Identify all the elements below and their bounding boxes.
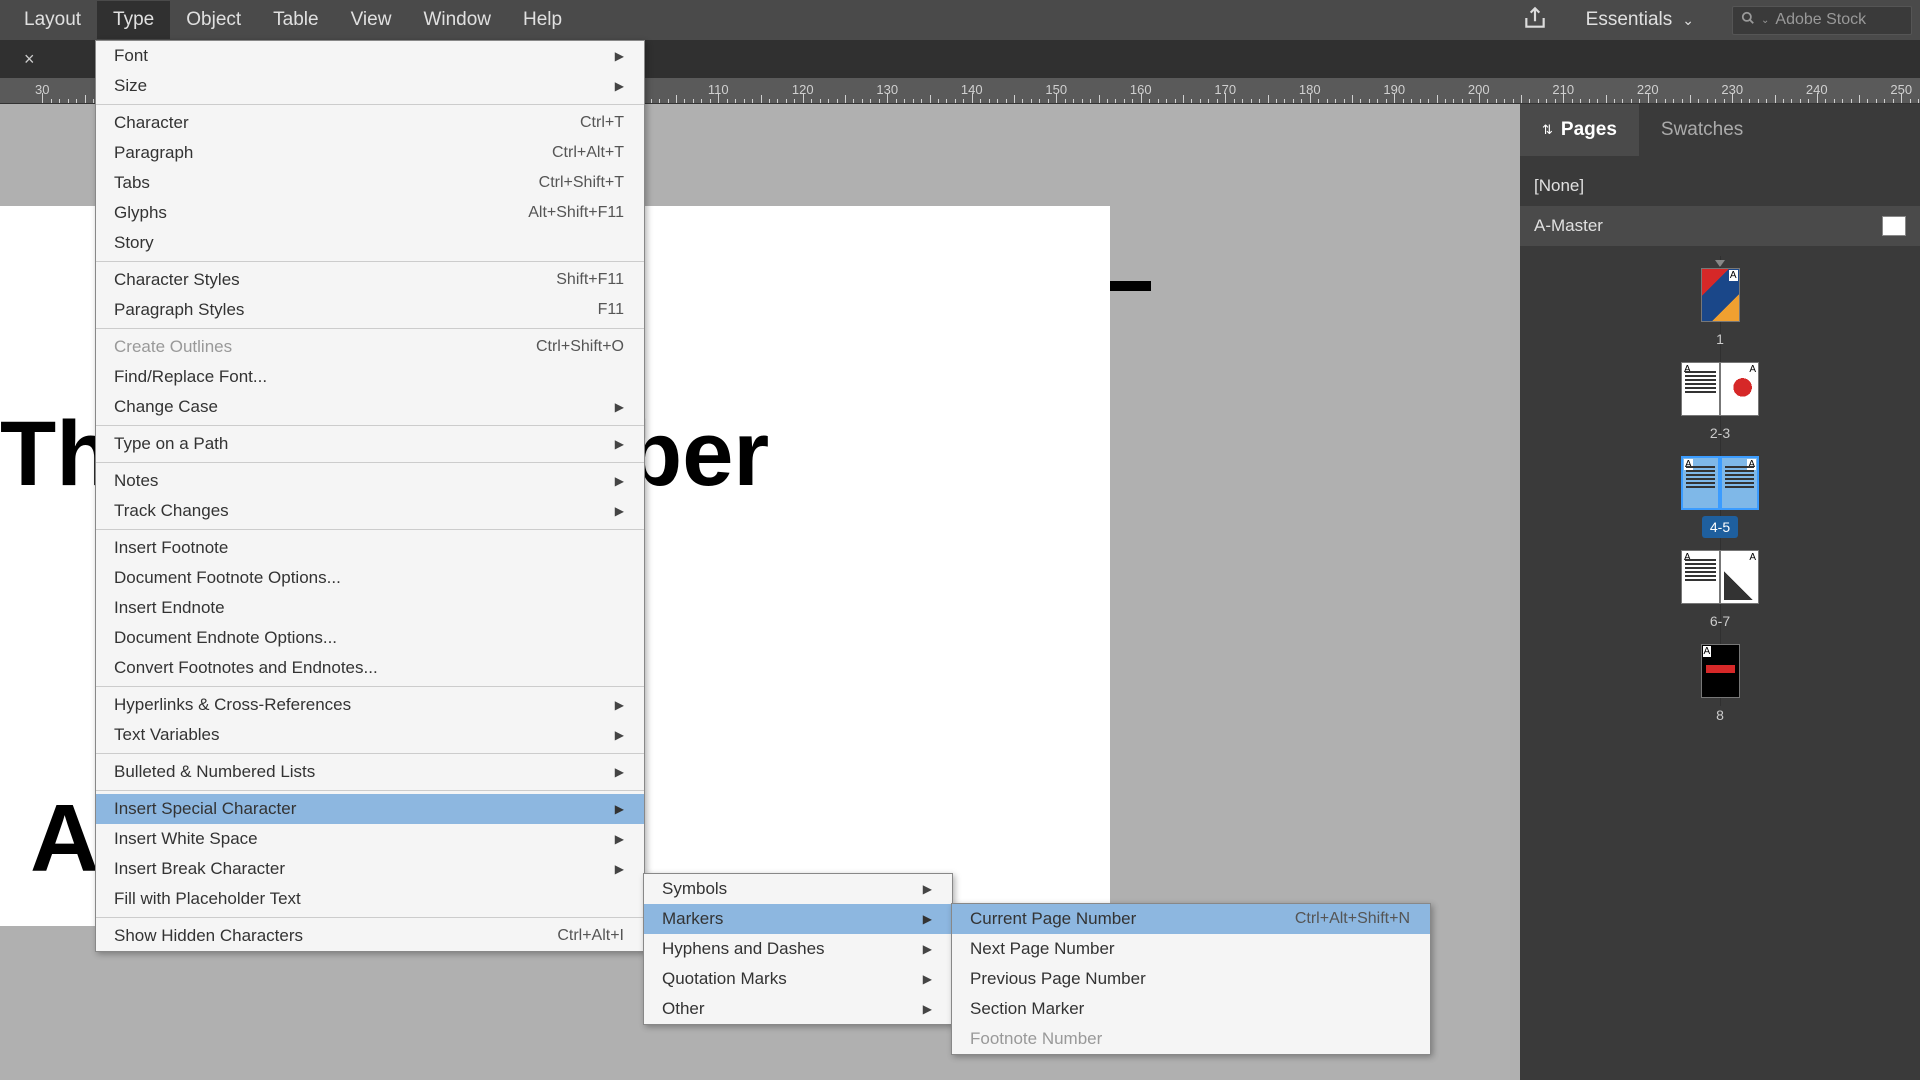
- share-icon[interactable]: [1522, 5, 1548, 36]
- chevron-down-icon: ⌄: [1761, 15, 1769, 26]
- chevron-right-icon: ▶: [883, 912, 932, 926]
- chevron-right-icon: ▶: [575, 504, 624, 518]
- master-none[interactable]: [None]: [1520, 166, 1920, 206]
- page-label-1: 1: [1708, 328, 1732, 350]
- menu-item-insert-white-space[interactable]: Insert White Space▶: [96, 824, 644, 854]
- search-placeholder: Adobe Stock: [1775, 11, 1866, 29]
- chevron-right-icon: ▶: [883, 942, 932, 956]
- page-label-2-3: 2-3: [1702, 422, 1738, 444]
- menu-item-convert-footnotes-and-endnotes-[interactable]: Convert Footnotes and Endnotes...: [96, 653, 644, 683]
- heading-text-a[interactable]: A: [30, 784, 99, 894]
- menu-layout[interactable]: Layout: [8, 1, 97, 39]
- menu-item-character[interactable]: CharacterCtrl+T: [96, 108, 644, 138]
- menu-item-find-replace-font-[interactable]: Find/Replace Font...: [96, 362, 644, 392]
- menu-item-symbols[interactable]: Symbols▶: [644, 874, 952, 904]
- menu-item-show-hidden-characters[interactable]: Show Hidden CharactersCtrl+Alt+I: [96, 921, 644, 951]
- menu-item-size[interactable]: Size▶: [96, 71, 644, 101]
- menu-item-next-page-number[interactable]: Next Page Number: [952, 934, 1430, 964]
- menu-item-markers[interactable]: Markers▶: [644, 904, 952, 934]
- menu-item-glyphs[interactable]: GlyphsAlt+Shift+F11: [96, 198, 644, 228]
- menu-object[interactable]: Object: [170, 1, 257, 39]
- menu-item-footnote-number: Footnote Number: [952, 1024, 1430, 1054]
- menu-item-font[interactable]: Font▶: [96, 41, 644, 71]
- menu-help[interactable]: Help: [507, 1, 578, 39]
- menu-item-hyphens-and-dashes[interactable]: Hyphens and Dashes▶: [644, 934, 952, 964]
- menu-item-notes[interactable]: Notes▶: [96, 466, 644, 496]
- menu-item-fill-with-placeholder-text[interactable]: Fill with Placeholder Text: [96, 884, 644, 914]
- menu-item-tabs[interactable]: TabsCtrl+Shift+T: [96, 168, 644, 198]
- chevron-right-icon: ▶: [575, 79, 624, 93]
- menu-item-type-on-a-path[interactable]: Type on a Path▶: [96, 429, 644, 459]
- menu-table[interactable]: Table: [257, 1, 334, 39]
- chevron-right-icon: ▶: [883, 1002, 932, 1016]
- markers-submenu: Current Page NumberCtrl+Alt+Shift+NNext …: [951, 903, 1431, 1055]
- chevron-right-icon: ▶: [575, 698, 624, 712]
- type-menu-dropdown: Font▶Size▶ CharacterCtrl+TParagraphCtrl+A…: [95, 40, 645, 952]
- menu-item-other[interactable]: Other▶: [644, 994, 952, 1024]
- menu-item-insert-break-character[interactable]: Insert Break Character▶: [96, 854, 644, 884]
- search-icon: [1741, 11, 1755, 30]
- page-label-4-5: 4-5: [1702, 516, 1738, 538]
- menu-item-bulleted-numbered-lists[interactable]: Bulleted & Numbered Lists▶: [96, 757, 644, 787]
- menubar: Layout Type Object Table View Window Hel…: [0, 0, 1920, 40]
- menu-item-create-outlines: Create OutlinesCtrl+Shift+O: [96, 332, 644, 362]
- adobe-stock-search[interactable]: ⌄ Adobe Stock: [1732, 6, 1912, 35]
- tab-swatches[interactable]: Swatches: [1639, 104, 1765, 156]
- page-thumb-2-3[interactable]: A A 2-3: [1681, 362, 1759, 444]
- master-thumbnail: [1882, 216, 1906, 236]
- menu-item-paragraph-styles[interactable]: Paragraph StylesF11: [96, 295, 644, 325]
- menu-item-hyperlinks-cross-references[interactable]: Hyperlinks & Cross-References▶: [96, 690, 644, 720]
- updown-icon: ⇅: [1542, 122, 1553, 138]
- workspace-label: Essentials: [1586, 9, 1673, 31]
- menu-window[interactable]: Window: [407, 1, 507, 39]
- menu-item-change-case[interactable]: Change Case▶: [96, 392, 644, 422]
- tab-swatches-label: Swatches: [1661, 119, 1743, 141]
- menu-item-previous-page-number[interactable]: Previous Page Number: [952, 964, 1430, 994]
- chevron-right-icon: ▶: [575, 474, 624, 488]
- chevron-right-icon: ▶: [575, 728, 624, 742]
- panel-tabs: ⇅ Pages Swatches: [1520, 104, 1920, 156]
- insert-special-character-submenu: Symbols▶Markers▶Hyphens and Dashes▶Quota…: [643, 873, 953, 1025]
- page-thumb-1[interactable]: A 1: [1701, 268, 1740, 350]
- masters-list: [None] A-Master: [1520, 156, 1920, 256]
- pages-panel: ⇅ Pages Swatches [None] A-Master A 1 A A: [1520, 104, 1920, 1080]
- chevron-right-icon: ▶: [575, 49, 624, 63]
- menu-item-text-variables[interactable]: Text Variables▶: [96, 720, 644, 750]
- chevron-right-icon: ▶: [575, 832, 624, 846]
- menu-view[interactable]: View: [335, 1, 408, 39]
- page-label-8: 8: [1708, 704, 1732, 726]
- tab-pages[interactable]: ⇅ Pages: [1520, 104, 1639, 156]
- master-a[interactable]: A-Master: [1520, 206, 1920, 246]
- page-thumb-4-5[interactable]: A A 4-5: [1681, 456, 1759, 538]
- menu-item-insert-footnote[interactable]: Insert Footnote: [96, 533, 644, 563]
- menu-item-document-endnote-options-[interactable]: Document Endnote Options...: [96, 623, 644, 653]
- menu-item-insert-special-character[interactable]: Insert Special Character▶: [96, 794, 644, 824]
- menu-item-insert-endnote[interactable]: Insert Endnote: [96, 593, 644, 623]
- tab-pages-label: Pages: [1561, 119, 1617, 141]
- chevron-right-icon: ▶: [575, 400, 624, 414]
- menu-item-current-page-number[interactable]: Current Page NumberCtrl+Alt+Shift+N: [952, 904, 1430, 934]
- chevron-right-icon: ▶: [883, 972, 932, 986]
- menu-item-section-marker[interactable]: Section Marker: [952, 994, 1430, 1024]
- chevron-right-icon: ▶: [575, 802, 624, 816]
- spine-indicator-icon: [1715, 260, 1725, 267]
- menu-item-story[interactable]: Story: [96, 228, 644, 258]
- page-label-6-7: 6-7: [1702, 610, 1738, 632]
- chevron-right-icon: ▶: [883, 882, 932, 896]
- page-thumb-6-7[interactable]: A A 6-7: [1681, 550, 1759, 632]
- chevron-right-icon: ▶: [575, 862, 624, 876]
- workspace-selector[interactable]: Essentials ⌄: [1576, 9, 1704, 31]
- menu-item-track-changes[interactable]: Track Changes▶: [96, 496, 644, 526]
- chevron-right-icon: ▶: [575, 765, 624, 779]
- chevron-down-icon: ⌄: [1682, 12, 1694, 29]
- menu-item-paragraph[interactable]: ParagraphCtrl+Alt+T: [96, 138, 644, 168]
- menu-item-character-styles[interactable]: Character StylesShift+F11: [96, 265, 644, 295]
- chevron-right-icon: ▶: [575, 437, 624, 451]
- menu-item-document-footnote-options-[interactable]: Document Footnote Options...: [96, 563, 644, 593]
- tab-close-button[interactable]: ×: [8, 49, 51, 70]
- pages-thumbnails: A 1 A A 2-3 A A 4-5 A A 6-7: [1520, 256, 1920, 726]
- menu-item-quotation-marks[interactable]: Quotation Marks▶: [644, 964, 952, 994]
- page-thumb-8[interactable]: A 8: [1701, 644, 1740, 726]
- menu-type[interactable]: Type: [97, 1, 170, 39]
